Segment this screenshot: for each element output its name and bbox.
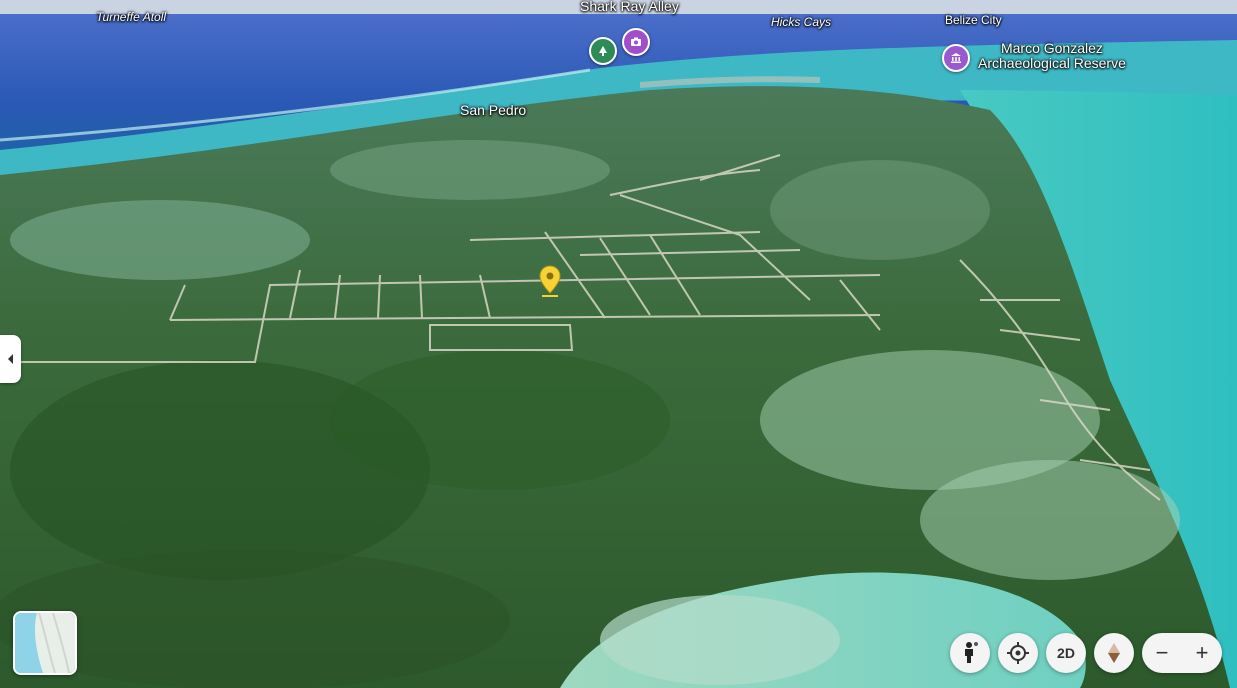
museum-poi-marker[interactable] [942,44,970,72]
place-label-marco-gonzalez[interactable]: Marco Gonzalez Archaeological Reserve [978,40,1126,72]
view-2d-toggle-button[interactable]: 2D [1046,633,1086,673]
place-label-belize-city[interactable]: Belize City [945,13,1002,27]
chevron-left-icon [7,354,13,364]
tree-icon [599,46,607,56]
museum-icon [951,53,961,63]
photo-poi-marker[interactable] [622,28,650,56]
map-pin-icon[interactable] [538,265,562,299]
zoom-in-button[interactable]: + [1196,640,1209,666]
my-location-button[interactable] [998,633,1038,673]
park-poi-marker[interactable] [589,37,617,65]
minimap-thumbnail-icon [15,613,75,673]
side-panel-toggle-button[interactable] [0,335,21,383]
place-label-san-pedro[interactable]: San Pedro [460,102,526,118]
pegman-icon [965,642,978,663]
place-label-shark-ray-alley[interactable]: Shark Ray Alley [580,0,679,14]
marco-gonzalez-line-2: Archaeological Reserve [978,55,1126,72]
place-label-turneffe-atoll[interactable]: Turneffe Atoll [96,10,166,24]
place-label-hicks-cays[interactable]: Hicks Cays [771,15,831,29]
locate-icon [1007,642,1029,664]
layers-minimap-button[interactable] [13,611,77,675]
satellite-map[interactable] [0,0,1237,688]
compass-icon [1108,643,1120,663]
street-view-pegman-button[interactable] [950,633,990,673]
zoom-controls: − + [1142,633,1222,673]
zoom-out-button[interactable]: − [1156,640,1169,666]
camera-icon [631,37,641,46]
compass-button[interactable] [1094,633,1134,673]
